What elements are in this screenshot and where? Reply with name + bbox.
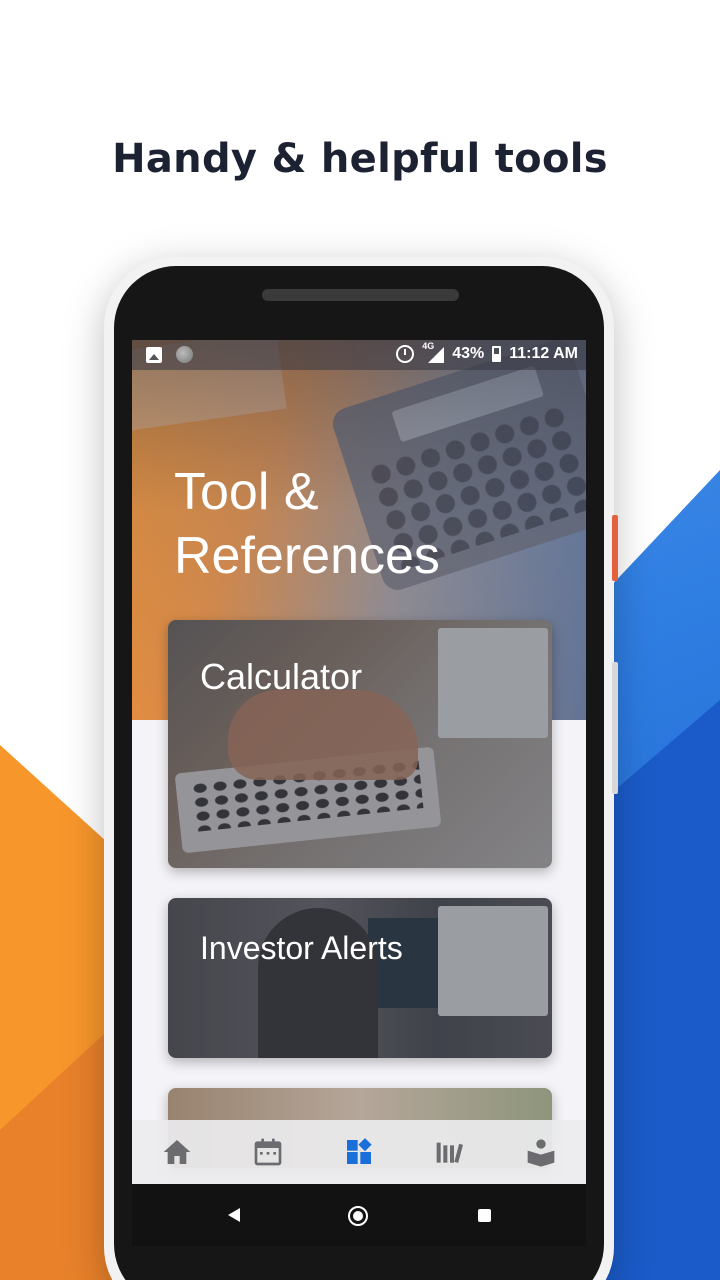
- circle-icon: [176, 346, 193, 363]
- status-bar: 4G 43% 11:12 AM: [132, 340, 586, 370]
- nav-home[interactable]: [153, 1128, 201, 1176]
- page-title-line1: Tool &: [174, 463, 319, 521]
- back-icon[interactable]: [228, 1208, 240, 1222]
- phone-power-button: [612, 515, 618, 581]
- nav-calendar[interactable]: [244, 1128, 292, 1176]
- phone-speaker: [262, 289, 459, 301]
- alarm-icon: [396, 345, 415, 363]
- library-icon: [436, 1142, 463, 1163]
- nav-tools[interactable]: [335, 1128, 383, 1176]
- recent-apps-icon[interactable]: [478, 1209, 491, 1222]
- page-title: Tool & References: [174, 460, 534, 588]
- signal-icon: 4G: [422, 341, 445, 363]
- home-button-icon[interactable]: [348, 1206, 368, 1226]
- image-icon: [146, 346, 162, 363]
- investor-alerts-card[interactable]: Investor Alerts: [168, 898, 552, 1058]
- phone-screen: 4G 43% 11:12 AM Tool & References Calcul…: [132, 340, 586, 1184]
- dashboard-icon: [346, 1138, 372, 1164]
- system-navigation-bar: [132, 1184, 586, 1246]
- nav-library[interactable]: [426, 1128, 474, 1176]
- phone-volume-button: [612, 662, 618, 794]
- calculator-card[interactable]: Calculator: [168, 620, 552, 868]
- clock: 11:12 AM: [509, 345, 578, 362]
- bottom-navigation: [132, 1120, 586, 1184]
- battery-percent: 43%: [452, 345, 485, 362]
- calculator-card-title: Calculator: [200, 656, 363, 697]
- reader-icon: [527, 1139, 554, 1167]
- battery-icon: [492, 346, 502, 362]
- promo-headline: Handy & helpful tools: [112, 136, 608, 182]
- page-title-line2: References: [174, 527, 440, 585]
- investor-alerts-card-title: Investor Alerts: [200, 930, 403, 966]
- nav-learn[interactable]: [517, 1128, 565, 1176]
- home-icon: [164, 1140, 191, 1164]
- calendar-icon: [254, 1138, 282, 1166]
